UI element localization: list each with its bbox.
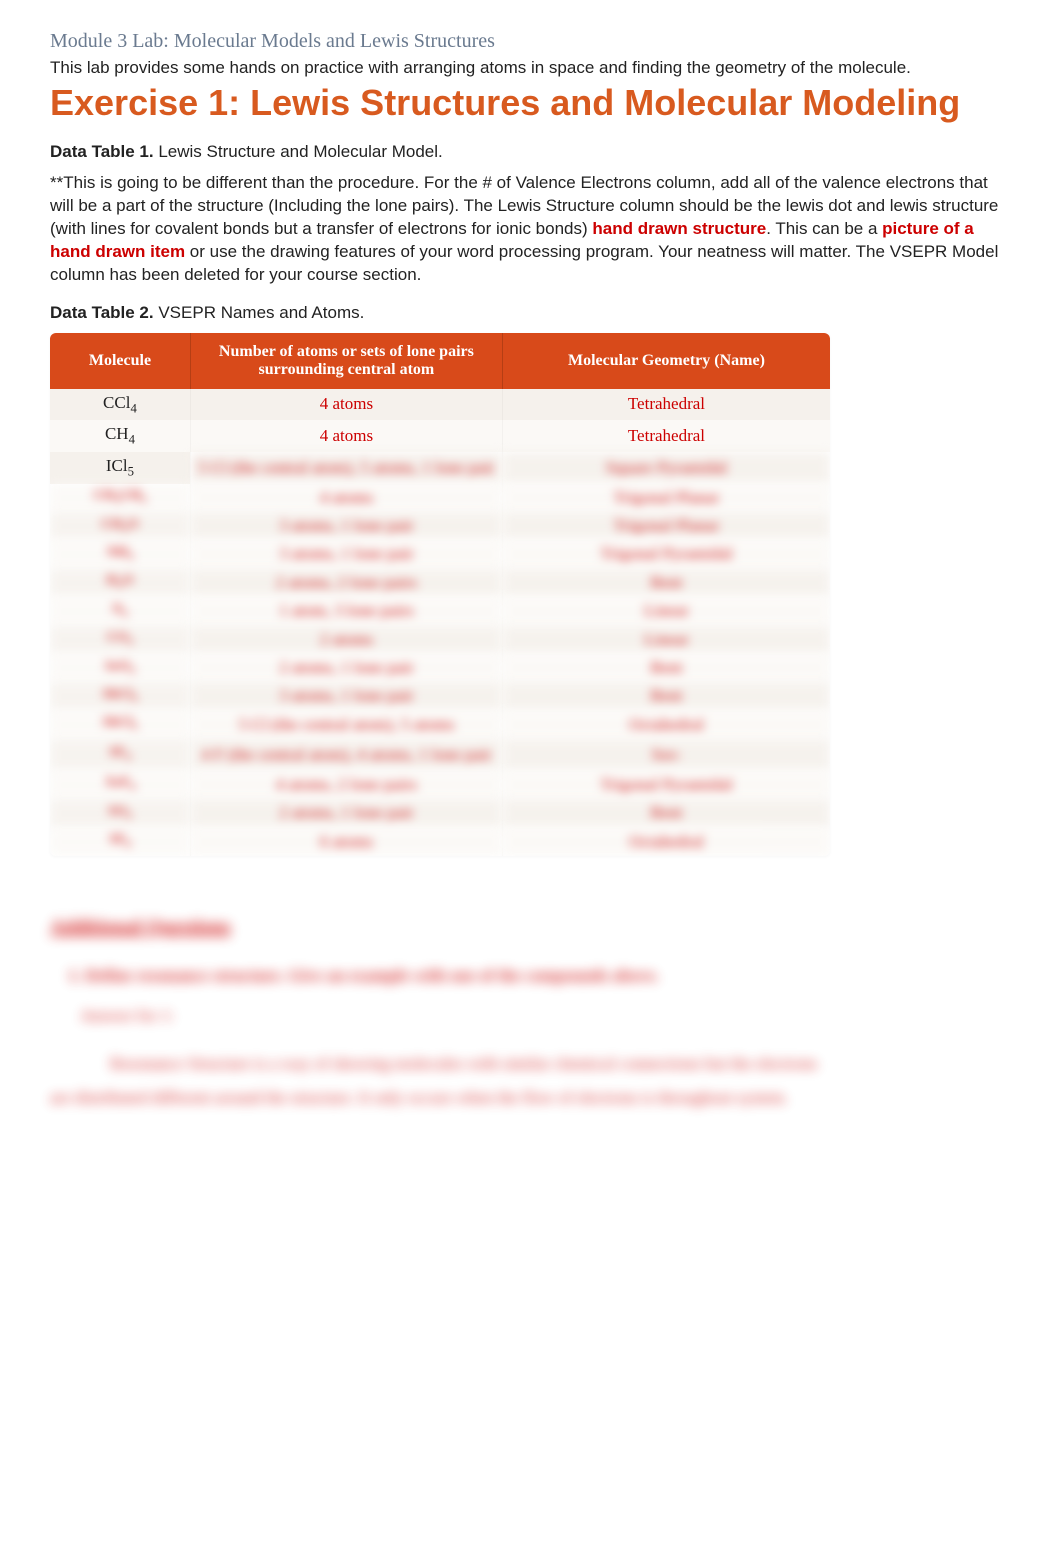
cell-molecule: CCl4 xyxy=(50,389,190,421)
cell-molecule: SF6 xyxy=(50,828,190,856)
table-row: NH33 atoms, 1 lone pairTrigonal Pyramida… xyxy=(50,540,830,568)
header-geometry: Molecular Geometry (Name) xyxy=(502,333,830,389)
cell-geometry: Bent xyxy=(502,682,830,710)
table-row: SbCl55 Cl (the central atom), 5 atomsOct… xyxy=(50,711,830,739)
table-row: SF44 F (the central atom), 4 atoms, 1 lo… xyxy=(50,739,830,771)
table-row: CH2O3 atoms, 1 lone pairTrigonal Planar xyxy=(50,512,830,540)
cell-geometry: See- xyxy=(502,739,830,771)
cell-number: 5 Cl (the central atom), 5 atoms xyxy=(190,711,502,739)
cell-molecule: XeF4 xyxy=(50,771,190,799)
module-title: Module 3 Lab: Molecular Models and Lewis… xyxy=(50,30,1012,53)
intro-text: This lab provides some hands on practice… xyxy=(50,57,1012,80)
additional-section: Additional Questions 1. Define resonance… xyxy=(50,916,1012,1115)
cell-number: 3 atoms, 1 lone pair xyxy=(190,512,502,540)
cell-molecule: CH2O xyxy=(50,512,190,540)
instructions: **This is going to be different than the… xyxy=(50,172,1012,287)
answer-body-line2: are distributed different around the str… xyxy=(50,1081,1012,1115)
cell-molecule: CH4 xyxy=(50,420,190,452)
table-row: SF66 atomsOctahedral xyxy=(50,828,830,856)
table-row: SeO22 atoms, 1 lone pairBent xyxy=(50,654,830,682)
exercise-title: Exercise 1: Lewis Structures and Molecul… xyxy=(50,82,1012,124)
vsepr-table: Molecule Number of atoms or sets of lone… xyxy=(50,333,830,856)
answer-body-line1: Resonance Structure is a way of showing … xyxy=(110,1047,1012,1081)
table-row: CCl44 atomsTetrahedral xyxy=(50,389,830,421)
table-row: N21 atom, 3 lone pairsLinear xyxy=(50,597,830,625)
table1-caption-bold: Data Table 1. xyxy=(50,142,154,161)
cell-molecule: N2 xyxy=(50,597,190,625)
table2-caption: Data Table 2. VSEPR Names and Atoms. xyxy=(50,303,1012,323)
cell-geometry: Trigonal Planar xyxy=(502,512,830,540)
cell-geometry: Octahedral xyxy=(502,711,830,739)
header-number: Number of atoms or sets of lone pairs su… xyxy=(190,333,502,389)
additional-questions-heading: Additional Questions xyxy=(50,916,1012,939)
cell-geometry: Linear xyxy=(502,597,830,625)
cell-geometry: Square Pyramidal xyxy=(502,452,830,484)
cell-geometry: Trigonal Pyramidal xyxy=(502,771,830,799)
cell-number: 3 atoms, 1 lone pair xyxy=(190,540,502,568)
cell-number: 2 atoms, 2 lone pairs xyxy=(190,569,502,597)
table1-caption: Data Table 1. Lewis Structure and Molecu… xyxy=(50,142,1012,162)
table-row: XeF44 atoms, 2 lone pairsTrigonal Pyrami… xyxy=(50,771,830,799)
cell-number: 2 atoms xyxy=(190,626,502,654)
cell-molecule: SeO2 xyxy=(50,654,190,682)
table-header-row: Molecule Number of atoms or sets of lone… xyxy=(50,333,830,389)
cell-molecule: CO2 xyxy=(50,626,190,654)
vsepr-table-wrap: Molecule Number of atoms or sets of lone… xyxy=(50,333,830,856)
cell-geometry: Trigonal Planar xyxy=(502,484,830,512)
instructions-mid1: . This can be a xyxy=(766,219,882,238)
instructions-post: or use the drawing features of your word… xyxy=(50,242,998,284)
cell-number: 6 atoms xyxy=(190,828,502,856)
table-row: CO22 atomsLinear xyxy=(50,626,830,654)
table1-caption-rest: Lewis Structure and Molecular Model. xyxy=(154,142,443,161)
cell-geometry: Bent xyxy=(502,799,830,827)
cell-number: 4 atoms xyxy=(190,389,502,421)
cell-number: 4 atoms xyxy=(190,484,502,512)
cell-geometry: Tetrahedral xyxy=(502,389,830,421)
cell-molecule: H2O xyxy=(50,569,190,597)
table-row: SbCl33 atoms, 1 lone pairBent xyxy=(50,682,830,710)
cell-number: 4 atoms xyxy=(190,420,502,452)
table-row: ICl55 Cl (the central atom), 5 atoms, 1 … xyxy=(50,452,830,484)
cell-molecule: SbCl5 xyxy=(50,711,190,739)
cell-geometry: Linear xyxy=(502,626,830,654)
cell-number: 3 atoms, 1 lone pair xyxy=(190,682,502,710)
table2-caption-rest: VSEPR Names and Atoms. xyxy=(154,303,365,322)
cell-molecule: SO2 xyxy=(50,799,190,827)
cell-number: 2 atoms, 1 lone pair xyxy=(190,799,502,827)
cell-molecule: SF4 xyxy=(50,739,190,771)
cell-geometry: Bent xyxy=(502,569,830,597)
cell-number: 4 atoms, 2 lone pairs xyxy=(190,771,502,799)
table2-caption-bold: Data Table 2. xyxy=(50,303,154,322)
cell-number: 1 atom, 3 lone pairs xyxy=(190,597,502,625)
cell-number: 2 atoms, 1 lone pair xyxy=(190,654,502,682)
table-row: CH3CH24 atomsTrigonal Planar xyxy=(50,484,830,512)
table-row: CH44 atomsTetrahedral xyxy=(50,420,830,452)
answer-label: Answer for 1: xyxy=(80,999,1012,1033)
question-1: 1. Define resonance structure. Give an e… xyxy=(68,959,1012,993)
table-row: SO22 atoms, 1 lone pairBent xyxy=(50,799,830,827)
question-block: 1. Define resonance structure. Give an e… xyxy=(50,959,1012,1115)
cell-geometry: Tetrahedral xyxy=(502,420,830,452)
instructions-red1: hand drawn structure xyxy=(592,219,766,238)
cell-number: 4 F (the central atom), 4 atoms, 1 lone … xyxy=(190,739,502,771)
cell-number: 5 Cl (the central atom), 5 atoms, 1 lone… xyxy=(190,452,502,484)
cell-molecule: NH3 xyxy=(50,540,190,568)
cell-molecule: SbCl3 xyxy=(50,682,190,710)
cell-geometry: Trigonal Pyramidal xyxy=(502,540,830,568)
cell-geometry: Octahedral xyxy=(502,828,830,856)
header-molecule: Molecule xyxy=(50,333,190,389)
table-row: H2O2 atoms, 2 lone pairsBent xyxy=(50,569,830,597)
cell-molecule: ICl5 xyxy=(50,452,190,484)
cell-geometry: Bent xyxy=(502,654,830,682)
cell-molecule: CH3CH2 xyxy=(50,484,190,512)
